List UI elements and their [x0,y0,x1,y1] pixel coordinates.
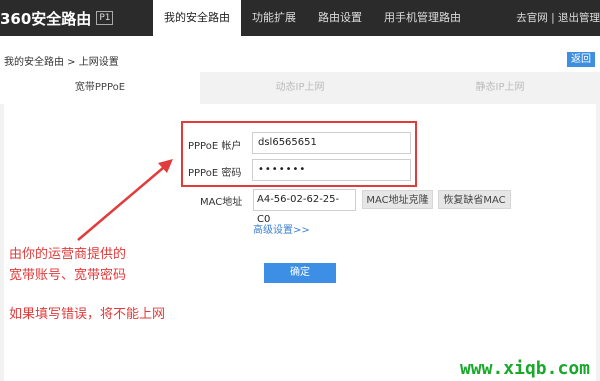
annotation-line-3: 如果填写错误，将不能上网 [9,307,166,322]
annotation-line-2: 宽带账号、宽带密码 [9,268,127,283]
annotation-arrow [77,159,173,241]
annotation-line-1: 由你的运营商提供的 [9,247,127,262]
watermark: www.xiqb.com [459,358,590,379]
